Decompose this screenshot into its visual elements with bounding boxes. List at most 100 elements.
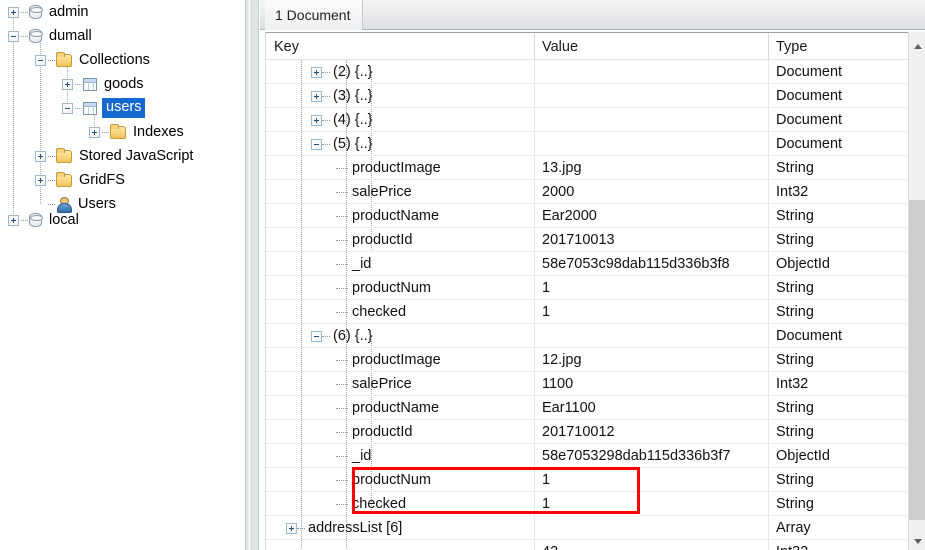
cell-value[interactable] [534,324,768,348]
table-row[interactable]: _id 58e7053c98dab115d336b3f8 ObjectId [266,252,909,276]
table-row[interactable]: salePrice 2000 Int32 [266,180,909,204]
cell-type[interactable]: Document [768,132,909,156]
row-expand-icon[interactable] [311,66,322,78]
table-row[interactable]: productNum 1 String [266,276,909,300]
column-header-value[interactable]: Value [534,33,768,60]
table-row[interactable]: productImage 12.jpg String [266,348,909,372]
cell-key[interactable]: productName [266,396,534,420]
table-row[interactable]: (3) {..} Document [266,84,909,108]
cell-key[interactable]: (5) {..} [266,132,534,156]
cell-type[interactable]: String [768,276,909,300]
table-row[interactable]: addressList [6] Array [266,516,909,540]
cell-type[interactable]: Array [768,516,909,540]
table-row[interactable]: salePrice 1100 Int32 [266,372,909,396]
cell-key[interactable]: productId [266,420,534,444]
cell-key[interactable]: (4) {..} [266,108,534,132]
tree-expand-icon[interactable] [35,150,46,162]
tree-item-gridfs[interactable]: GridFS [35,168,127,192]
cell-key[interactable]: salePrice [266,372,534,396]
tree-item-goods[interactable]: goods [62,72,146,96]
tree-collapse-icon[interactable] [8,30,19,42]
table-row[interactable]: 42Int32 [266,540,909,550]
cell-value[interactable]: 1100 [534,372,768,396]
cell-value[interactable]: 1 [534,468,768,492]
cell-type[interactable]: Int32 [768,540,909,550]
cell-value[interactable]: 12.jpg [534,348,768,372]
cell-type[interactable]: String [768,492,909,516]
table-row[interactable]: (5) {..} Document [266,132,909,156]
row-collapse-icon[interactable] [311,138,322,150]
grid-rows-container[interactable]: (2) {..} Document (3) {..} Document (4) {..}… [266,60,909,550]
cell-key[interactable]: addressList [6] [266,516,534,540]
table-row[interactable]: productId 201710012 String [266,420,909,444]
cell-value[interactable] [534,84,768,108]
cell-value[interactable] [534,516,768,540]
table-row[interactable]: productImage 13.jpg String [266,156,909,180]
tree-collapse-icon[interactable] [62,102,73,114]
cell-key[interactable]: (3) {..} [266,84,534,108]
tree-item-admin[interactable]: admin [8,0,91,24]
cell-key[interactable]: checked [266,300,534,324]
cell-key[interactable]: (2) {..} [266,60,534,84]
cell-type[interactable]: Document [768,60,909,84]
cell-value[interactable]: 2000 [534,180,768,204]
cell-key[interactable]: _id [266,444,534,468]
cell-value[interactable]: Ear1100 [534,396,768,420]
cell-type[interactable]: Document [768,324,909,348]
cell-value[interactable]: 201710012 [534,420,768,444]
cell-key[interactable]: productImage [266,348,534,372]
row-expand-icon[interactable] [311,114,322,126]
tree-expand-icon[interactable] [62,78,73,90]
cell-key[interactable]: productNum [266,468,534,492]
cell-value[interactable]: Ear2000 [534,204,768,228]
cell-key[interactable]: productNum [266,276,534,300]
cell-type[interactable]: ObjectId [768,444,909,468]
tree-expand-icon[interactable] [35,174,46,186]
cell-value[interactable]: 1 [534,300,768,324]
tab-1-document[interactable]: 1 Document [265,0,364,30]
cell-type[interactable]: ObjectId [768,252,909,276]
cell-type[interactable]: Int32 [768,180,909,204]
scroll-up-button[interactable] [909,38,925,55]
cell-value[interactable]: 1 [534,492,768,516]
cell-value[interactable]: 13.jpg [534,156,768,180]
cell-key[interactable]: productName [266,204,534,228]
cell-key[interactable]: salePrice [266,180,534,204]
document-grid[interactable]: Key Value Type (2) {..} Document (3) {..} D… [265,32,925,550]
cell-key[interactable]: productId [266,228,534,252]
table-row[interactable]: productName Ear1100 String [266,396,909,420]
cell-type[interactable]: Document [768,108,909,132]
row-expand-icon[interactable] [286,522,297,534]
vertical-scrollbar[interactable] [908,32,925,550]
tree-expand-icon[interactable] [8,6,19,18]
table-row[interactable]: productNum 1 String [266,468,909,492]
row-collapse-icon[interactable] [311,330,322,342]
tree-collapse-icon[interactable] [35,54,46,66]
cell-type[interactable]: String [768,228,909,252]
column-header-key[interactable]: Key [266,33,534,60]
cell-type[interactable]: String [768,468,909,492]
tree-item-indexes[interactable]: Indexes [89,120,186,144]
cell-type[interactable]: Int32 [768,372,909,396]
cell-type[interactable]: String [768,396,909,420]
scroll-down-button[interactable] [909,533,925,550]
scrollbar-thumb[interactable] [909,200,925,520]
cell-type[interactable]: Document [768,84,909,108]
cell-type[interactable]: String [768,348,909,372]
cell-type[interactable]: String [768,156,909,180]
table-row[interactable]: (6) {..} Document [266,324,909,348]
cell-value[interactable] [534,60,768,84]
database-tree-panel[interactable]: admin dumall Collections goods users Indexes S… [0,0,245,550]
cell-key[interactable]: checked [266,492,534,516]
tree-item-users[interactable]: users [62,96,146,120]
table-row[interactable]: productId 201710013 String [266,228,909,252]
cell-key[interactable] [266,540,534,550]
table-row[interactable]: _id 58e7053298dab115d336b3f7 ObjectId [266,444,909,468]
tree-item-collections[interactable]: Collections [35,48,152,72]
cell-key[interactable]: (6) {..} [266,324,534,348]
tree-item-local[interactable]: local [8,208,81,232]
table-row[interactable]: productName Ear2000 String [266,204,909,228]
tree-expand-icon[interactable] [89,126,100,138]
cell-value[interactable]: 1 [534,276,768,300]
panel-splitter[interactable] [245,0,259,550]
